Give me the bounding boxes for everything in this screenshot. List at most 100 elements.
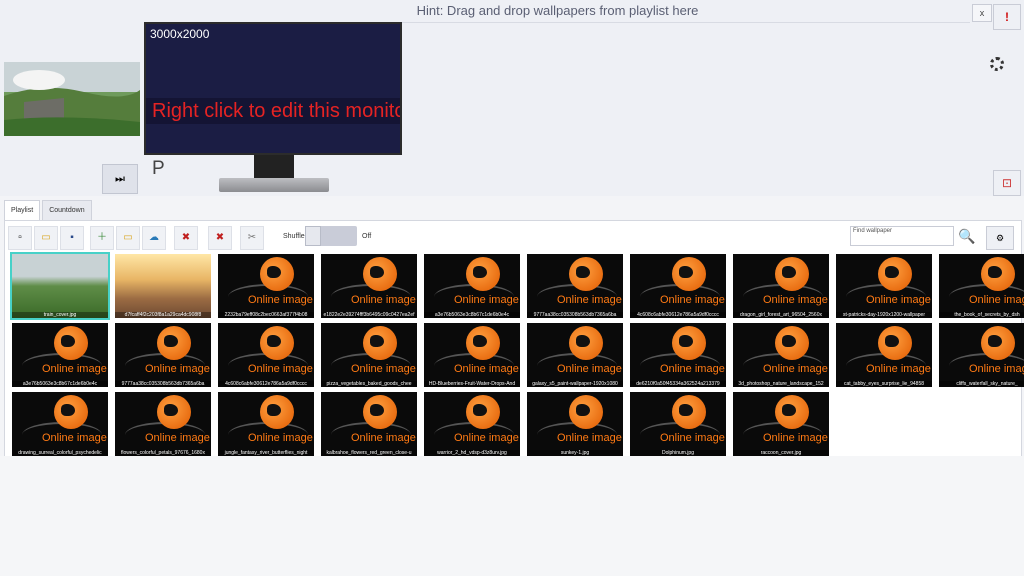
next-wallpaper-button[interactable]: ⏭: [102, 164, 138, 194]
online-image-label: Online image: [660, 363, 725, 375]
online-image-label: Online image: [248, 432, 313, 444]
wallpaper-thumb[interactable]: Online image jungle_fantasy_river_butterf…: [218, 392, 314, 456]
wallpaper-thumb[interactable]: Online image warrior_2_hd_vdsp-d3z8urv.jp…: [424, 392, 520, 456]
wallpaper-filename: 3d_photoshop_nature_landscape_152: [733, 381, 829, 387]
globe-icon: [569, 395, 603, 429]
empty-area: [0, 456, 1024, 576]
monitor-preview[interactable]: 3000x2000 Right click to edit this monit…: [144, 22, 402, 155]
wallpaper-thumb[interactable]: Online image flowers_colorful_petals_9767…: [115, 392, 211, 456]
wallpaper-thumb[interactable]: Online image 9777aa38cc035308b563db7365a6…: [115, 323, 211, 387]
globe-icon: [775, 326, 809, 360]
online-image-label: Online image: [454, 294, 519, 306]
globe-icon: [363, 257, 397, 291]
wallpaper-thumb[interactable]: Online image a3e76b5063e3c8b67c1de6b0e4c: [424, 254, 520, 318]
alert-button[interactable]: !: [993, 4, 1021, 30]
globe-icon: [260, 257, 294, 291]
wallpaper-thumb[interactable]: Online image 4c608c6abfe30612e786a5a9df0c…: [218, 323, 314, 387]
globe-icon: [672, 326, 706, 360]
online-image-label: Online image: [763, 294, 828, 306]
wallpaper-filename: cliffs_waterfall_sky_nature_: [939, 381, 1024, 387]
wallpaper-filename: e1822e2e39274fff3b6495c09c0427ea2ef: [321, 312, 417, 318]
globe-icon: [260, 326, 294, 360]
globe-icon: [466, 257, 500, 291]
toggle-knob: [305, 226, 321, 246]
tab-playlist[interactable]: Playlist: [4, 200, 41, 221]
wallpaper-thumb[interactable]: Online image 9777aa38cc035308b563db7365a6…: [527, 254, 623, 318]
close-button[interactable]: x: [972, 4, 992, 22]
online-image-label: Online image: [557, 294, 622, 306]
online-image-label: Online image: [660, 294, 725, 306]
wallpaper-filename: galaxy_s5_paint-wallpaper-1920x1080: [527, 381, 623, 387]
wallpaper-thumb[interactable]: Online image dragon_girl_forest_art_96504…: [733, 254, 829, 318]
wallpaper-filename: pizza_vegetables_baked_goods_chee: [321, 381, 417, 387]
wallpaper-thumb[interactable]: Online image galaxy_s5_paint-wallpaper-19…: [527, 323, 623, 387]
globe-icon: [54, 395, 88, 429]
wallpaper-filename: 4c608c6abfe30612e786a5a9df0cccc: [218, 381, 314, 387]
add-online-icon[interactable]: ☁: [142, 226, 166, 250]
wallpaper-thumb[interactable]: Online image st-patricks-day-1920x1200-wa…: [836, 254, 932, 318]
search-icon[interactable]: 🔍: [956, 226, 978, 246]
wallpaper-filename: 4c608c6abfe30612e786a5a9df0cccc: [630, 312, 726, 318]
wallpaper-thumb[interactable]: Online image the_book_of_secrets_by_dsh: [939, 254, 1024, 318]
wallpaper-thumb[interactable]: Online image 3d_photoshop_nature_landscap…: [733, 323, 829, 387]
open-folder-icon[interactable]: ▭: [34, 226, 58, 250]
online-image-label: Online image: [866, 363, 931, 375]
wallpaper-thumb[interactable]: d7fcaff4f2c203f8a1a29ca4dc908f8: [115, 254, 211, 318]
remove-item-icon[interactable]: ✖: [174, 226, 198, 250]
wallpaper-thumb[interactable]: Online image cat_tabby_eyes_surprise_lie_…: [836, 323, 932, 387]
wallpaper-thumb[interactable]: Online image Dolphinum.jpg: [630, 392, 726, 456]
wallpaper-thumb[interactable]: Online image HD-Blueberries-Fruit-Water-D…: [424, 323, 520, 387]
settings-button[interactable]: ⚙: [986, 226, 1014, 250]
globe-icon: [157, 395, 191, 429]
new-playlist-icon[interactable]: ▫: [8, 226, 32, 250]
tab-countdown[interactable]: Countdown: [42, 200, 92, 221]
add-folder-icon[interactable]: ▭: [116, 226, 140, 250]
wallpaper-thumb[interactable]: Online image sunkey-1.jpg: [527, 392, 623, 456]
tools-icon[interactable]: ✂: [240, 226, 264, 250]
online-image-label: Online image: [866, 294, 931, 306]
globe-icon: [981, 326, 1015, 360]
online-image-label: Online image: [145, 432, 210, 444]
remove-all-icon[interactable]: ✖: [208, 226, 232, 250]
wallpaper-thumb[interactable]: Online image 2232ba79eff08c2bec0663af377f…: [218, 254, 314, 318]
add-image-icon[interactable]: ＋: [90, 226, 114, 250]
globe-icon: [672, 257, 706, 291]
monitor-base: [219, 178, 329, 192]
drop-hint: Hint: Drag and drop wallpapers from play…: [145, 0, 970, 23]
wallpaper-thumb[interactable]: train_cover.jpg: [10, 252, 110, 320]
wallpaper-thumb[interactable]: Online image cliffs_waterfall_sky_nature_: [939, 323, 1024, 387]
online-image-label: Online image: [42, 432, 107, 444]
globe-icon: [466, 326, 500, 360]
globe-icon: [569, 257, 603, 291]
wallpaper-thumb[interactable]: Online image e1822e2e39274fff3b6495c09c04…: [321, 254, 417, 318]
online-image-label: Online image: [454, 432, 519, 444]
monitor-stand: [254, 155, 294, 179]
wallpaper-thumb[interactable]: Online image drawing_surreal_colorful_psy…: [12, 392, 108, 456]
layout-button[interactable]: ⊡: [993, 170, 1021, 196]
current-wallpaper-cover[interactable]: [4, 62, 140, 136]
monitor-edit-hint: Right click to edit this monitor: [146, 98, 400, 124]
tab-bar: Playlist Countdown: [4, 200, 94, 221]
wallpaper-thumb[interactable]: Online image raccoon_cover.jpg: [733, 392, 829, 456]
globe-icon: [54, 326, 88, 360]
globe-icon: [775, 395, 809, 429]
wallpaper-thumb[interactable]: Online image kalbrahoe_flowers_red_green_…: [321, 392, 417, 456]
wallpaper-filename: HD-Blueberries-Fruit-Water-Drops-And: [424, 381, 520, 387]
wallpaper-thumb[interactable]: Online image a3e76b5063e3c8b67c1de6b0e4c: [12, 323, 108, 387]
globe-icon: [569, 326, 603, 360]
shuffle-toggle[interactable]: [305, 226, 357, 246]
wallpaper-thumb[interactable]: Online image 4c608c6abfe30612e786a5a9df0c…: [630, 254, 726, 318]
wallpaper-filename: 9777aa38cc035308b563db7365a6ba: [115, 381, 211, 387]
online-image-label: Online image: [145, 363, 210, 375]
wallpaper-filename: cat_tabby_eyes_surprise_lie_94858: [836, 381, 932, 387]
globe-icon: [981, 257, 1015, 291]
globe-icon: [775, 257, 809, 291]
wallpaper-filename: train_cover.jpg: [12, 312, 108, 318]
wallpaper-filename: a3e76b5063e3c8b67c1de6b0e4c: [424, 312, 520, 318]
globe-icon: [363, 326, 397, 360]
wallpaper-thumb[interactable]: Online image de6210f0a50f45334a362524a213…: [630, 323, 726, 387]
loading-spinner-icon: [990, 57, 1004, 71]
wallpaper-thumb[interactable]: Online image pizza_vegetables_baked_goods…: [321, 323, 417, 387]
save-icon[interactable]: ▪: [60, 226, 84, 250]
search-input[interactable]: Find wallpaper: [850, 226, 954, 246]
